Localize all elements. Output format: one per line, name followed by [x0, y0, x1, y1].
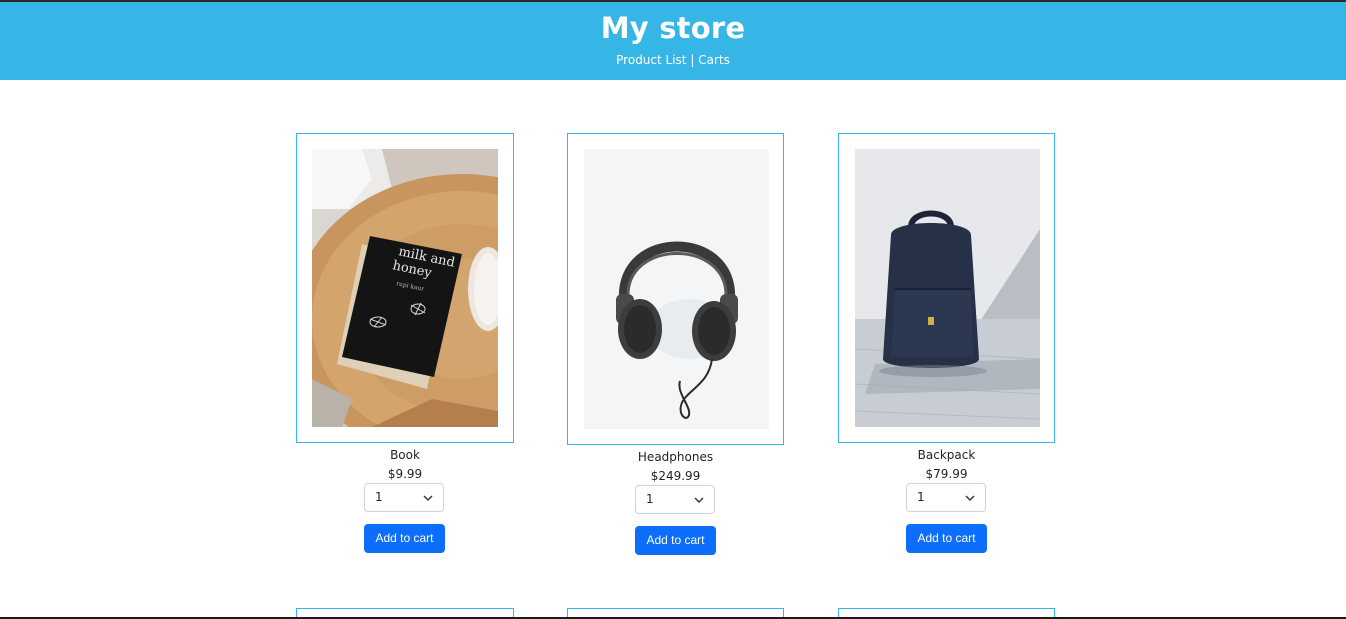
quantity-select[interactable]: 1	[364, 483, 444, 512]
quantity-value: 1	[646, 492, 654, 506]
main-nav: Product List | Carts	[0, 53, 1346, 67]
store-title: My store	[600, 11, 746, 45]
product-card-headphones: Headphones $249.99 1 Add to cart	[567, 133, 784, 563]
add-to-cart-button[interactable]: Add to cart	[364, 524, 445, 553]
product-card-book: milk and honey rupi kaur Book $9.99 1 Ad…	[296, 133, 514, 563]
product-price: $249.99	[650, 469, 701, 483]
product-image-frame: milk and honey rupi kaur	[296, 133, 514, 443]
product-image-frame	[838, 133, 1055, 443]
product-image-frame	[567, 133, 784, 445]
backpack-photo[interactable]	[855, 149, 1040, 427]
chevron-down-icon	[965, 495, 975, 502]
nav-product-list[interactable]: Product List	[616, 53, 686, 67]
chevron-down-icon	[423, 495, 433, 502]
quantity-select[interactable]: 1	[906, 483, 986, 512]
product-name: Headphones	[637, 450, 714, 464]
product-name: Backpack	[917, 448, 976, 462]
quantity-select[interactable]: 1	[635, 485, 715, 514]
book-photo[interactable]: milk and honey rupi kaur	[312, 149, 498, 427]
product-card-backpack: Backpack $79.99 1 Add to cart	[838, 133, 1055, 563]
headphones-photo[interactable]	[584, 149, 769, 429]
quantity-value: 1	[917, 490, 925, 504]
chevron-down-icon	[694, 497, 704, 504]
nav-separator: |	[690, 53, 695, 67]
product-name: Book	[390, 448, 420, 462]
product-price: $9.99	[387, 467, 423, 481]
add-to-cart-button[interactable]: Add to cart	[635, 526, 716, 555]
add-to-cart-button[interactable]: Add to cart	[906, 524, 987, 553]
nav-carts[interactable]: Carts	[698, 53, 730, 67]
quantity-value: 1	[375, 490, 383, 504]
store-header: My store Product List | Carts	[0, 2, 1346, 80]
product-price: $79.99	[925, 467, 968, 481]
